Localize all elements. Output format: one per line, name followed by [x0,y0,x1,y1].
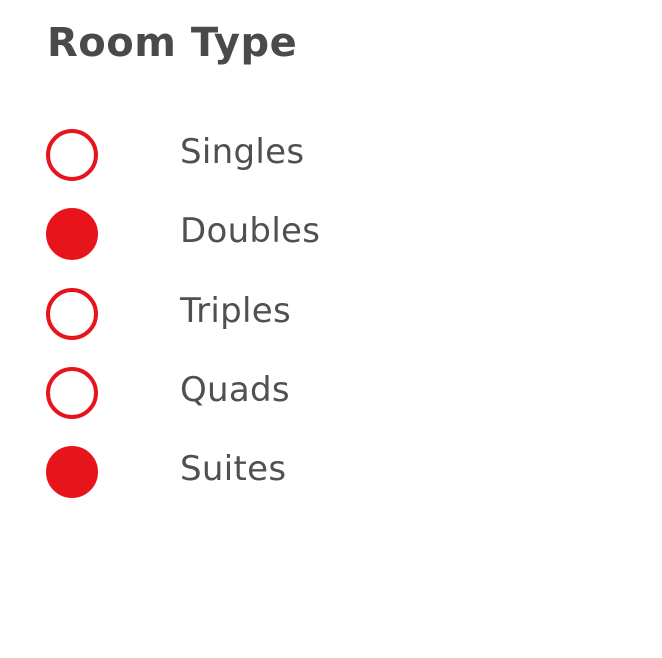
option-doubles[interactable]: Doubles [0,203,400,263]
option-label: Doubles [180,211,321,251]
option-label: Quads [180,370,290,410]
radio-suites[interactable] [46,446,98,498]
option-label: Singles [180,132,305,172]
radio-triples[interactable] [46,288,98,340]
room-type-filter: Room Type Singles Doubles Triples Quads … [0,0,662,658]
radio-singles[interactable] [46,129,98,181]
option-triples[interactable]: Triples [0,283,400,343]
radio-doubles[interactable] [46,208,98,260]
option-suites[interactable]: Suites [0,441,400,501]
option-label: Suites [180,449,287,489]
radio-quads[interactable] [46,367,98,419]
option-label: Triples [180,291,291,331]
option-quads[interactable]: Quads [0,362,400,422]
filter-title: Room Type [47,20,298,66]
option-singles[interactable]: Singles [0,124,400,184]
